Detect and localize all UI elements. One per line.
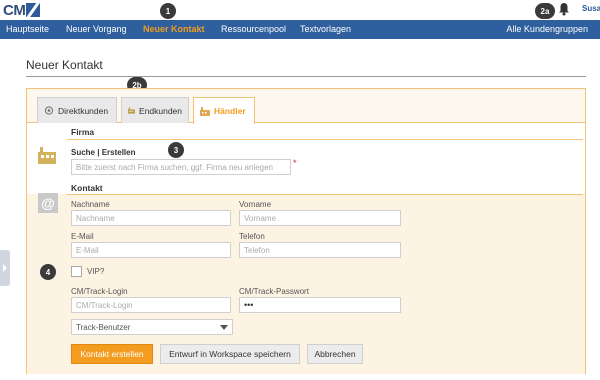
vorname-input[interactable] — [239, 210, 401, 226]
email-input[interactable] — [71, 242, 231, 258]
firma-divider — [67, 139, 583, 140]
cancel-button[interactable]: Abbrechen — [307, 344, 363, 364]
factory-icon — [200, 106, 210, 116]
callout-marker-4: 4 — [40, 264, 56, 280]
nav-item-ressourcenpool[interactable]: Ressourcenpool — [221, 24, 286, 34]
target-icon — [44, 106, 54, 115]
top-bar: CM Susa — [0, 0, 600, 20]
at-icon: @ — [38, 193, 58, 213]
building-icon — [38, 147, 56, 164]
tab-haendler[interactable]: Händler — [193, 97, 255, 124]
role-select-value: Track-Benutzer — [76, 323, 131, 332]
required-indicator: * — [293, 158, 297, 168]
password-label: CM/Track-Passwort — [239, 287, 309, 296]
main-nav: Hauptseite Neuer Vorgang Neuer Kontakt R… — [0, 20, 600, 39]
title-divider — [26, 76, 586, 77]
logo-text: CM — [3, 1, 26, 19]
customer-group-selector[interactable]: Alle Kundengruppen — [506, 24, 588, 34]
user-name-link[interactable]: Susa — [582, 4, 600, 13]
password-input[interactable]: ••• — [239, 297, 401, 313]
tab-endkunden[interactable]: Endkunden — [121, 97, 189, 123]
vip-checkbox[interactable] — [71, 266, 82, 277]
telefon-label: Telefon — [239, 232, 265, 241]
callout-marker-2a: 2a — [535, 3, 555, 19]
save-draft-button[interactable]: Entwurf in Workspace speichern — [160, 344, 300, 364]
nachname-input[interactable] — [71, 210, 231, 226]
nav-item-neuer-kontakt[interactable]: Neuer Kontakt — [143, 24, 205, 34]
firma-search-input[interactable] — [71, 159, 291, 175]
callout-marker-1: 1 — [160, 3, 176, 19]
tab-label: Endkunden — [138, 105, 182, 116]
nachname-label: Nachname — [71, 200, 110, 209]
email-label: E-Mail — [71, 232, 94, 241]
login-label: CM/Track-Login — [71, 287, 128, 296]
chevron-down-icon — [220, 325, 228, 330]
bell-icon[interactable] — [558, 2, 570, 16]
nav-item-neuer-vorgang[interactable]: Neuer Vorgang — [66, 24, 127, 34]
callout-marker-3: 3 — [168, 142, 184, 158]
telefon-input[interactable] — [239, 242, 401, 258]
vorname-label: Vorname — [239, 200, 272, 209]
customer-type-tabs: Direktkunden Endkunden Händler — [27, 89, 585, 124]
kontakt-divider — [67, 194, 583, 195]
contact-form-panel: Direktkunden Endkunden Händler Firma Suc… — [26, 88, 586, 374]
tab-direktkunden[interactable]: Direktkunden — [37, 97, 117, 123]
sidebar-toggle-handle[interactable] — [0, 250, 10, 286]
nav-item-hauptseite[interactable]: Hauptseite — [6, 24, 49, 34]
vip-label: VIP? — [87, 267, 105, 276]
app-logo[interactable]: CM — [3, 1, 41, 19]
page-title: Neuer Kontakt — [26, 58, 103, 72]
factory-icon — [128, 107, 135, 114]
nav-item-textvorlagen[interactable]: Textvorlagen — [300, 24, 351, 34]
tab-label: Direktkunden — [58, 105, 109, 116]
role-select[interactable]: Track-Benutzer — [71, 319, 233, 335]
logo-mark-icon — [26, 3, 41, 17]
firma-search-label: Suche | Erstellen — [71, 148, 136, 157]
tab-label: Händler — [214, 106, 246, 116]
login-input[interactable] — [71, 297, 231, 313]
firma-heading: Firma — [71, 127, 95, 137]
kontakt-heading: Kontakt — [71, 183, 103, 193]
create-contact-button[interactable]: Kontakt erstellen — [71, 344, 153, 364]
